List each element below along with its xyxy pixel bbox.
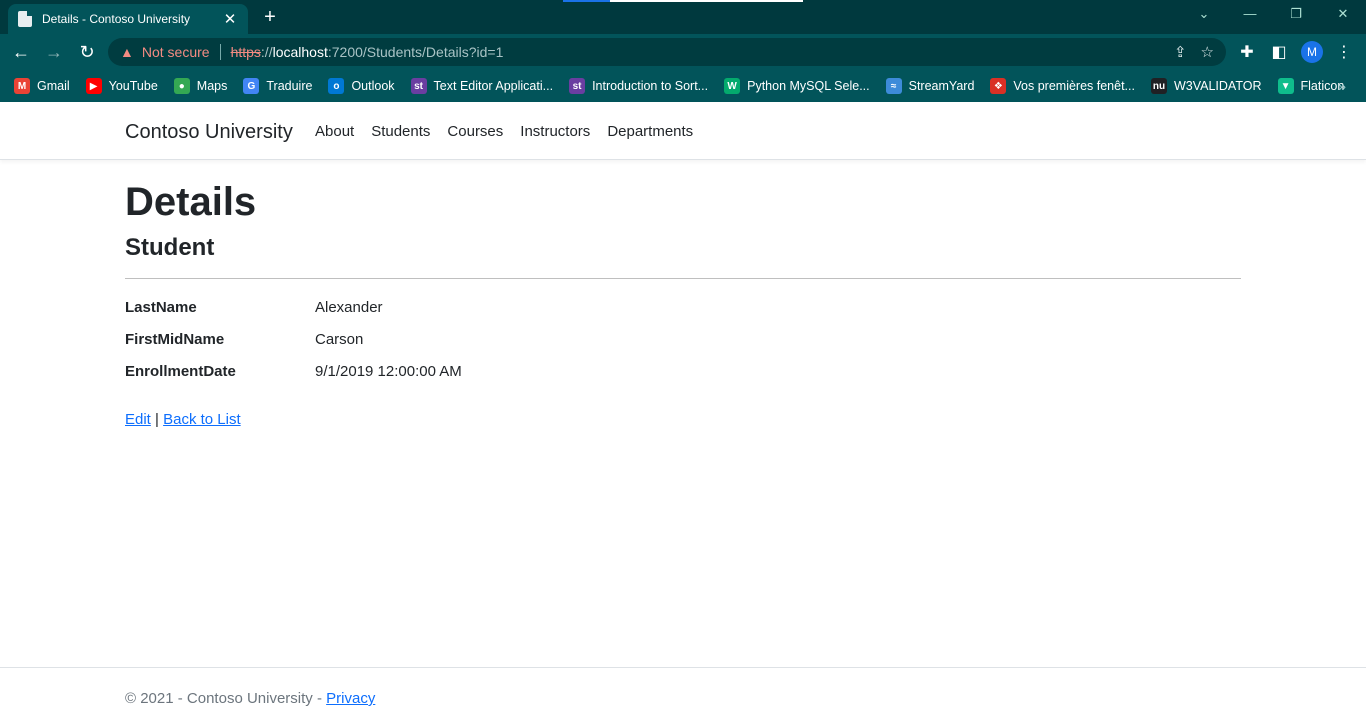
reload-icon[interactable]: ↻ — [75, 40, 99, 64]
url-host: localhost — [272, 44, 328, 60]
nav-courses[interactable]: Courses — [447, 123, 503, 140]
bookmark-favicon-icon: ❖ — [990, 78, 1007, 94]
address-divider — [219, 44, 221, 60]
detail-label: EnrollmentDate — [125, 363, 236, 380]
bookmarks-overflow-icon[interactable]: » — [1338, 78, 1346, 94]
bookmark-favicon-icon: st — [410, 78, 427, 94]
minimize-icon[interactable]: — — [1236, 6, 1264, 21]
bookmark-item[interactable]: ▶ YouTube — [85, 78, 158, 94]
bookmark-favicon-icon: st — [569, 78, 586, 94]
bookmark-item[interactable]: nu W3VALIDATOR — [1150, 78, 1262, 94]
bookmark-label: Outlook — [351, 79, 395, 93]
bookmark-label: StreamYard — [908, 79, 975, 93]
url-scheme: https — [230, 44, 261, 60]
browser-tabstrip: Details - Contoso University ✕ + ⌄ — ❐ ✕ — [0, 0, 1366, 34]
bookmark-label: YouTube — [108, 79, 158, 93]
bookmark-label: Vos premières fenêt... — [1013, 79, 1135, 93]
close-window-icon[interactable]: ✕ — [1329, 6, 1357, 22]
divider — [125, 278, 1241, 279]
bookmark-item[interactable]: ▼ Flaticon — [1277, 78, 1344, 94]
detail-value: Carson — [315, 331, 364, 348]
tab-search-icon[interactable]: ⌄ — [1190, 6, 1218, 22]
nav-instructors[interactable]: Instructors — [520, 123, 590, 140]
bookmark-item[interactable]: G Traduire — [243, 78, 312, 94]
back-icon[interactable]: ← — [9, 40, 33, 64]
bookmark-label: Text Editor Applicati... — [433, 79, 554, 93]
link-separator: | — [150, 411, 164, 428]
site-navbar: Contoso University About Students Course… — [0, 102, 1366, 160]
browser-toolbar: ← → ↻ ▲ Not secure https://localhost:720… — [0, 34, 1366, 70]
forward-icon[interactable]: → — [42, 40, 66, 64]
bookmark-favicon-icon: ≈ — [885, 78, 902, 94]
side-panel-icon[interactable]: ◧ — [1269, 42, 1289, 62]
menu-kebab-icon[interactable]: ⋮ — [1334, 42, 1354, 62]
detail-row: EnrollmentDate 9/1/2019 12:00:00 AM — [125, 363, 1241, 395]
bookmark-item[interactable]: st Text Editor Applicati... — [410, 78, 554, 94]
privacy-link[interactable]: Privacy — [326, 690, 375, 707]
bookmark-favicon-icon: W — [724, 78, 741, 94]
footer-text: © 2021 - Contoso University - — [125, 690, 327, 707]
bookmark-favicon-icon: nu — [1150, 78, 1167, 94]
bookmark-label: Python MySQL Sele... — [747, 79, 870, 93]
bookmark-label: Introduction to Sort... — [592, 79, 709, 93]
tab-title: Details - Contoso University — [42, 12, 191, 26]
bookmark-item[interactable]: W Python MySQL Sele... — [724, 78, 870, 94]
actions: Edit | Back to List — [125, 411, 1241, 428]
details-list: LastName Alexander FirstMidName Carson E… — [125, 299, 1241, 395]
bookmark-favicon-icon: ▼ — [1277, 78, 1294, 94]
detail-row: LastName Alexander — [125, 299, 1241, 331]
bookmark-label: Gmail — [37, 79, 70, 93]
loading-indicator — [563, 0, 803, 2]
page-icon — [18, 11, 32, 27]
warning-icon: ▲ — [120, 44, 134, 60]
bookmark-label: W3VALIDATOR — [1173, 79, 1262, 93]
bookmark-label: Traduire — [266, 79, 313, 93]
site-brand[interactable]: Contoso University — [125, 121, 293, 144]
bookmark-item[interactable]: ≈ StreamYard — [885, 78, 975, 94]
url-scheme-separator: :// — [260, 44, 273, 60]
bookmark-item[interactable]: st Introduction to Sort... — [569, 78, 708, 94]
bookmark-favicon-icon: M — [14, 78, 30, 94]
detail-label: LastName — [125, 299, 197, 316]
site-footer: © 2021 - Contoso University - Privacy — [0, 667, 1366, 728]
page-title: Details — [125, 180, 257, 224]
extensions-icon[interactable]: ✚ — [1237, 42, 1257, 62]
bookmark-item[interactable]: ❖ Vos premières fenêt... — [990, 78, 1135, 94]
restore-icon[interactable]: ❐ — [1282, 6, 1310, 22]
bookmark-favicon-icon: G — [243, 78, 260, 94]
profile-avatar[interactable]: M — [1301, 41, 1323, 63]
new-tab-button[interactable]: + — [258, 6, 282, 30]
nav-departments[interactable]: Departments — [607, 123, 693, 140]
tab-close-icon[interactable]: ✕ — [222, 10, 238, 28]
bookmark-favicon-icon: ▶ — [85, 78, 102, 94]
address-bar[interactable]: ▲ Not secure https://localhost:7200/Stud… — [108, 38, 1226, 66]
browser-tab-active[interactable]: Details - Contoso University ✕ — [8, 4, 248, 34]
bookmarks-bar: M Gmail ▶ YouTube ● Maps G Traduire o Outlook st Te… — [0, 70, 1366, 102]
detail-value: 9/1/2019 12:00:00 AM — [315, 363, 462, 380]
detail-label: FirstMidName — [125, 331, 225, 348]
url-path: :7200/Students/Details?id=1 — [327, 44, 504, 60]
detail-value: Alexander — [315, 299, 383, 316]
bookmark-star-icon[interactable]: ☆ — [1201, 43, 1214, 61]
bookmark-favicon-icon: o — [328, 78, 345, 94]
edit-link[interactable]: Edit — [125, 411, 151, 428]
back-to-list-link[interactable]: Back to List — [163, 411, 241, 428]
page-subtitle: Student — [125, 234, 215, 261]
bookmark-favicon-icon: ● — [173, 78, 190, 94]
main-content: Details Student LastName Alexander First… — [125, 180, 1241, 428]
nav-students[interactable]: Students — [371, 123, 430, 140]
page-viewport: Contoso University About Students Course… — [0, 102, 1366, 728]
bookmark-label: Maps — [196, 79, 228, 93]
bookmark-item[interactable]: M Gmail — [14, 78, 70, 94]
security-status[interactable]: Not secure — [142, 44, 210, 60]
share-icon[interactable]: ⇪ — [1174, 43, 1187, 61]
bookmark-item[interactable]: o Outlook — [328, 78, 395, 94]
bookmark-item[interactable]: ● Maps — [173, 78, 228, 94]
nav-about[interactable]: About — [315, 123, 354, 140]
site-nav: About Students Courses Instructors Depar… — [315, 123, 693, 140]
detail-row: FirstMidName Carson — [125, 331, 1241, 363]
